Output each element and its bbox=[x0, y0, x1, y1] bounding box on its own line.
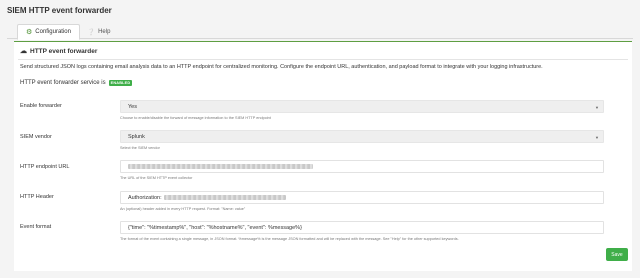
siem-vendor-label: SIEM vendor bbox=[20, 134, 52, 140]
http-header-label: HTTP Header bbox=[20, 194, 54, 200]
event-format-value: {"time": "%timestamp%", "host": "%hostna… bbox=[128, 224, 302, 231]
redacted-token bbox=[163, 195, 286, 200]
http-header-value: Authorization: bbox=[128, 194, 162, 201]
page-title: SIEM HTTP event forwarder bbox=[7, 6, 112, 15]
cloud-upload-icon: ☁ bbox=[20, 48, 27, 55]
event-format-help: The format of the event containing a sin… bbox=[120, 237, 459, 241]
tab-help[interactable]: ❔ Help bbox=[79, 24, 118, 39]
event-format-label: Event format bbox=[20, 224, 52, 230]
tab-configuration-label: Configuration bbox=[35, 29, 71, 35]
dropdown-caret-icon: ▼ bbox=[595, 105, 599, 110]
panel-title: HTTP event forwarder bbox=[30, 47, 98, 55]
tab-bar: ⚙ Configuration ❔ Help bbox=[7, 24, 633, 40]
service-status-label: HTTP event forwarder service is bbox=[20, 80, 106, 86]
tab-configuration[interactable]: ⚙ Configuration bbox=[17, 24, 80, 40]
service-status: HTTP event forwarder service is ENABLED bbox=[20, 80, 133, 86]
endpoint-url-input[interactable] bbox=[120, 160, 604, 173]
enable-forwarder-label: Enable forwarder bbox=[20, 103, 62, 109]
dropdown-caret-icon: ▼ bbox=[595, 135, 599, 140]
http-header-help: An (optional) header added in every HTTP… bbox=[120, 207, 246, 211]
event-format-input[interactable]: {"time": "%timestamp%", "host": "%hostna… bbox=[120, 221, 604, 234]
panel-header: ☁ HTTP event forwarder bbox=[20, 47, 98, 56]
tab-help-label: Help bbox=[98, 28, 111, 35]
endpoint-url-label: HTTP endpoint URL bbox=[20, 164, 70, 170]
enable-forwarder-select[interactable]: Yes ▼ bbox=[120, 100, 604, 113]
divider bbox=[18, 59, 628, 60]
siem-vendor-select[interactable]: Splunk ▼ bbox=[120, 130, 604, 143]
help-circle-icon: ❔ bbox=[87, 28, 96, 36]
enable-forwarder-value: Yes bbox=[128, 103, 137, 110]
status-badge: ENABLED bbox=[108, 80, 133, 86]
enable-forwarder-help: Choose to enable/disable the forward of … bbox=[120, 116, 271, 120]
http-header-input[interactable]: Authorization: bbox=[120, 191, 604, 204]
siem-vendor-help: Select the SIEM vendor bbox=[120, 146, 160, 150]
settings-panel: ☁ HTTP event forwarder Send structured J… bbox=[14, 41, 632, 271]
intro-text: Send structured JSON logs containing ema… bbox=[20, 64, 543, 70]
redacted-url bbox=[128, 164, 313, 169]
gear-icon: ⚙ bbox=[26, 29, 33, 36]
save-button[interactable]: Save bbox=[606, 248, 628, 261]
endpoint-url-help: The URL of the SIEM HTTP event collector bbox=[120, 176, 193, 180]
siem-vendor-value: Splunk bbox=[128, 133, 145, 140]
